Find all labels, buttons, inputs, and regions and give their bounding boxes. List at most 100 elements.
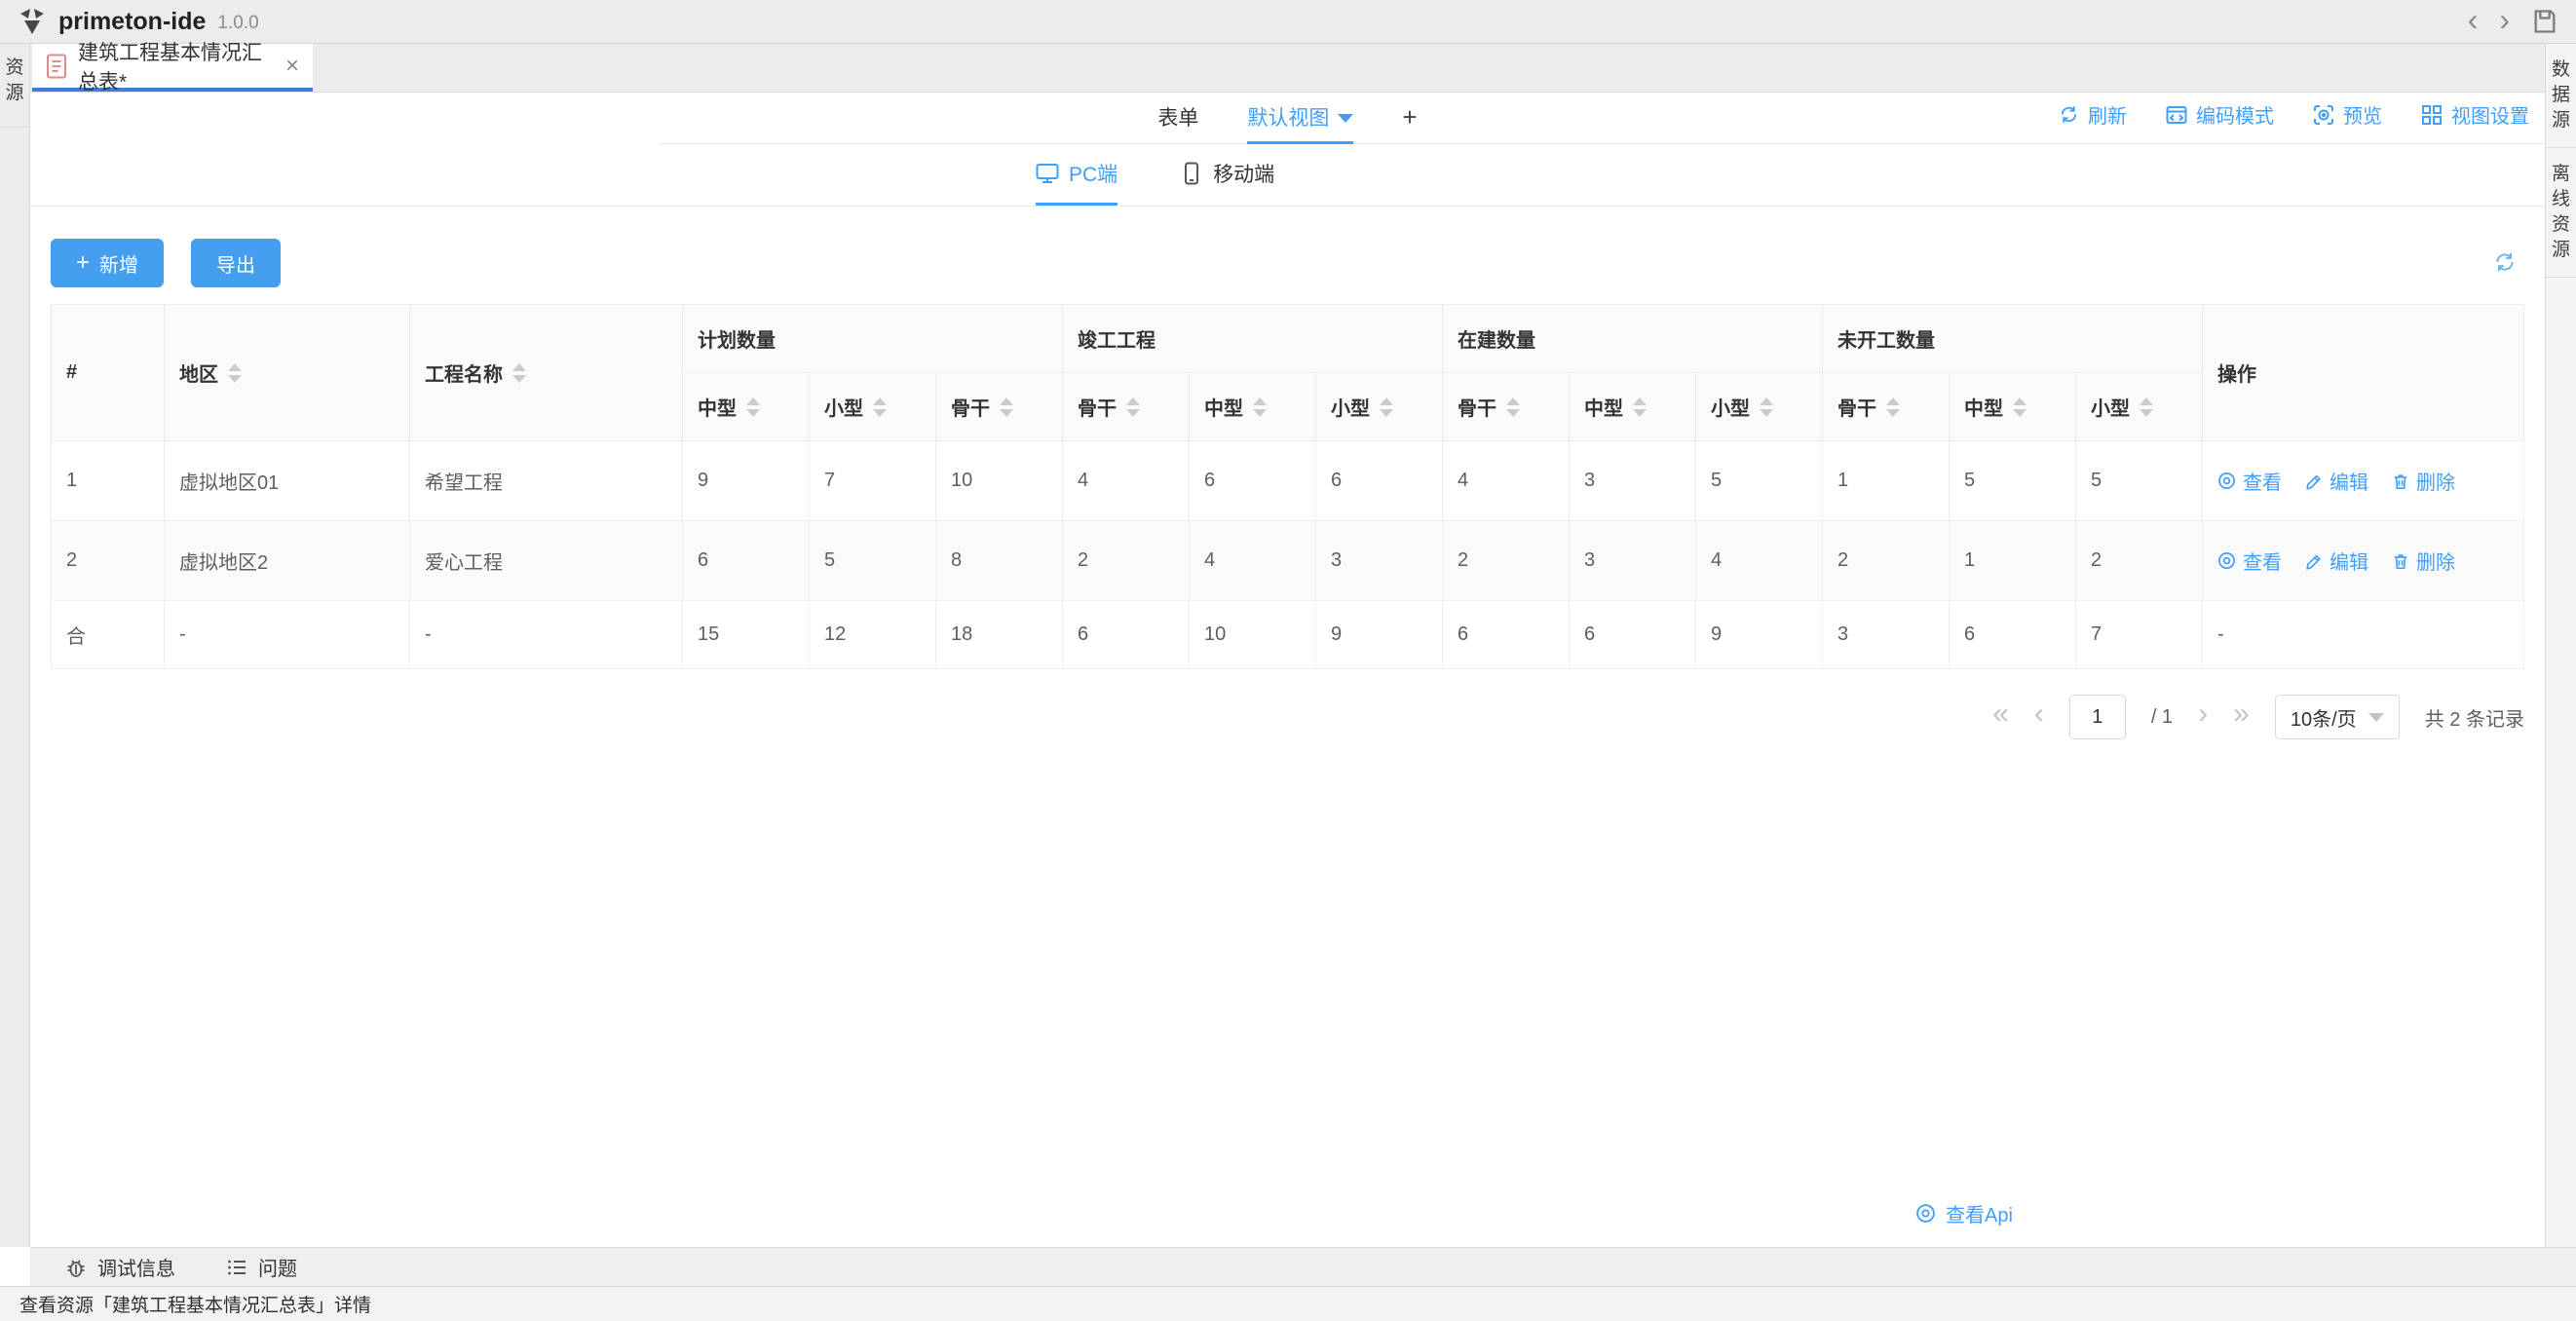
delete-row-button[interactable]: 删除 bbox=[2392, 547, 2455, 575]
refresh-button[interactable]: 刷新 bbox=[2059, 100, 2127, 129]
add-view-button[interactable]: + bbox=[1402, 93, 1417, 144]
add-record-button[interactable]: + 新增 bbox=[51, 239, 165, 287]
sort-icon[interactable] bbox=[512, 362, 526, 383]
code-window-icon bbox=[2166, 104, 2187, 126]
subcol-completed-backbone[interactable]: 骨干 bbox=[1062, 372, 1190, 441]
delete-row-button[interactable]: 删除 bbox=[2392, 467, 2455, 495]
page-number-input[interactable] bbox=[2068, 695, 2126, 739]
app-logo-icon bbox=[18, 7, 47, 36]
status-text: 查看资源「建筑工程基本情况汇总表」详情 bbox=[19, 1296, 372, 1316]
subcol-completed-medium[interactable]: 中型 bbox=[1189, 372, 1316, 441]
sort-icon[interactable] bbox=[1253, 396, 1267, 417]
preview-eye-icon bbox=[2313, 104, 2334, 126]
app-version: 1.0.0 bbox=[217, 12, 259, 33]
close-tab-icon[interactable]: × bbox=[285, 53, 299, 80]
main-panel: 建筑工程基本情况汇总表* × 表单 默认视图 + 刷新 编码模式 预览 视图设置… bbox=[30, 42, 2545, 1247]
debug-info-tab[interactable]: 调试信息 bbox=[65, 1253, 175, 1281]
sort-icon[interactable] bbox=[1380, 396, 1393, 417]
first-page-button[interactable]: « bbox=[1992, 699, 2009, 735]
page-size-select[interactable]: 10条/页 bbox=[2274, 695, 2400, 739]
pencil-icon bbox=[2305, 552, 2323, 570]
phone-icon bbox=[1180, 162, 1203, 185]
view-tab-bar: 表单 默认视图 + 刷新 编码模式 预览 视图设置 bbox=[30, 93, 2545, 144]
list-icon bbox=[226, 1257, 247, 1278]
subcol-notstarted-medium[interactable]: 中型 bbox=[1949, 372, 2076, 441]
problems-tab[interactable]: 问题 bbox=[226, 1253, 297, 1281]
sort-icon[interactable] bbox=[1633, 396, 1647, 417]
subcol-inconstruction-backbone[interactable]: 骨干 bbox=[1442, 372, 1570, 441]
device-tab-bar: PC端 移动端 bbox=[30, 144, 2545, 207]
chevron-down-icon[interactable] bbox=[1338, 114, 1354, 123]
table-refresh-icon[interactable] bbox=[2493, 250, 2517, 274]
code-mode-button[interactable]: 编码模式 bbox=[2166, 100, 2274, 129]
next-page-button[interactable]: › bbox=[2198, 699, 2208, 735]
file-tab-active[interactable]: 建筑工程基本情况汇总表* × bbox=[32, 42, 313, 94]
sort-icon[interactable] bbox=[746, 396, 760, 417]
view-api-link[interactable]: 查看Api bbox=[1915, 1199, 2013, 1227]
sort-icon[interactable] bbox=[2013, 396, 2027, 417]
monitor-icon bbox=[1036, 162, 1059, 185]
grid-layout-icon bbox=[2421, 104, 2443, 126]
subcol-notstarted-backbone[interactable]: 骨干 bbox=[1822, 372, 1950, 441]
tab-pc[interactable]: PC端 bbox=[1036, 144, 1118, 206]
sort-icon[interactable] bbox=[1506, 396, 1520, 417]
eye-icon bbox=[2217, 472, 2236, 490]
file-tab-strip: 建筑工程基本情况汇总表* × bbox=[30, 42, 2545, 94]
subcol-inconstruction-small[interactable]: 小型 bbox=[1695, 372, 1823, 441]
view-toolbar: 刷新 编码模式 预览 视图设置 bbox=[2059, 100, 2529, 129]
summary-row: 合 - - 15 12 18 6 10 9 6 6 9 3 6 7 - bbox=[51, 600, 2525, 669]
table-row: 1 虚拟地区01 希望工程 9 7 10 4 6 6 4 3 5 1 5 5 查… bbox=[51, 440, 2525, 521]
sort-icon[interactable] bbox=[228, 362, 242, 383]
col-group-planned: 计划数量 bbox=[682, 304, 1063, 373]
subcol-planned-backbone[interactable]: 骨干 bbox=[935, 372, 1063, 441]
refresh-icon bbox=[2059, 104, 2079, 125]
save-icon[interactable] bbox=[2531, 8, 2558, 35]
list-toolbar: + 新增 导出 bbox=[51, 239, 2524, 287]
page-count-label: / 1 bbox=[2150, 705, 2174, 728]
prev-page-button[interactable]: ‹ bbox=[2034, 699, 2044, 735]
col-group-not-started: 未开工数量 bbox=[1821, 304, 2204, 373]
export-button[interactable]: 导出 bbox=[191, 239, 282, 287]
sort-icon[interactable] bbox=[1000, 396, 1013, 417]
history-back-button[interactable]: ‹ bbox=[2468, 4, 2479, 38]
subcol-planned-small[interactable]: 小型 bbox=[809, 372, 936, 441]
sort-icon[interactable] bbox=[1126, 396, 1140, 417]
subcol-inconstruction-medium[interactable]: 中型 bbox=[1569, 372, 1696, 441]
plus-icon: + bbox=[76, 249, 91, 276]
view-row-button[interactable]: 查看 bbox=[2217, 547, 2282, 575]
total-records-label: 共 2 条记录 bbox=[2424, 708, 2524, 731]
left-rail: 资源 bbox=[0, 44, 30, 1247]
app-title: primeton-ide bbox=[58, 7, 207, 35]
eye-icon bbox=[2217, 551, 2236, 570]
col-header-region[interactable]: 地区 bbox=[164, 304, 410, 441]
col-header-project[interactable]: 工程名称 bbox=[409, 304, 683, 441]
last-page-button[interactable]: » bbox=[2233, 699, 2250, 735]
sort-icon[interactable] bbox=[1760, 396, 1773, 417]
sort-icon[interactable] bbox=[1886, 396, 1900, 417]
trash-icon bbox=[2392, 472, 2409, 490]
subcol-completed-small[interactable]: 小型 bbox=[1315, 372, 1443, 441]
eye-icon bbox=[1915, 1203, 1936, 1224]
form-document-icon bbox=[46, 54, 67, 79]
rail-item-resources[interactable]: 资源 bbox=[0, 44, 29, 128]
status-bar: 查看资源「建筑工程基本情况汇总表」详情 bbox=[0, 1286, 2576, 1321]
view-settings-button[interactable]: 视图设置 bbox=[2421, 100, 2529, 129]
sort-icon[interactable] bbox=[873, 396, 887, 417]
edit-row-button[interactable]: 编辑 bbox=[2305, 547, 2368, 575]
sort-icon[interactable] bbox=[2140, 396, 2153, 417]
bug-icon bbox=[65, 1257, 87, 1278]
edit-row-button[interactable]: 编辑 bbox=[2305, 467, 2368, 495]
right-rail: 数据源 离线资源 bbox=[2545, 44, 2576, 1247]
preview-button[interactable]: 预览 bbox=[2313, 100, 2382, 129]
view-row-button[interactable]: 查看 bbox=[2217, 467, 2282, 495]
col-header-index: # bbox=[51, 304, 165, 441]
tab-form[interactable]: 表单 bbox=[1157, 93, 1198, 144]
tab-default-view[interactable]: 默认视图 bbox=[1247, 93, 1354, 144]
rail-item-offline-resources[interactable]: 离线资源 bbox=[2546, 148, 2576, 278]
titlebar: primeton-ide 1.0.0 ‹ › bbox=[0, 0, 2576, 44]
subcol-planned-medium[interactable]: 中型 bbox=[682, 372, 810, 441]
history-forward-button[interactable]: › bbox=[2499, 4, 2510, 38]
tab-mobile[interactable]: 移动端 bbox=[1180, 144, 1274, 206]
rail-item-datasource[interactable]: 数据源 bbox=[2546, 44, 2576, 148]
subcol-notstarted-small[interactable]: 小型 bbox=[2074, 372, 2204, 441]
